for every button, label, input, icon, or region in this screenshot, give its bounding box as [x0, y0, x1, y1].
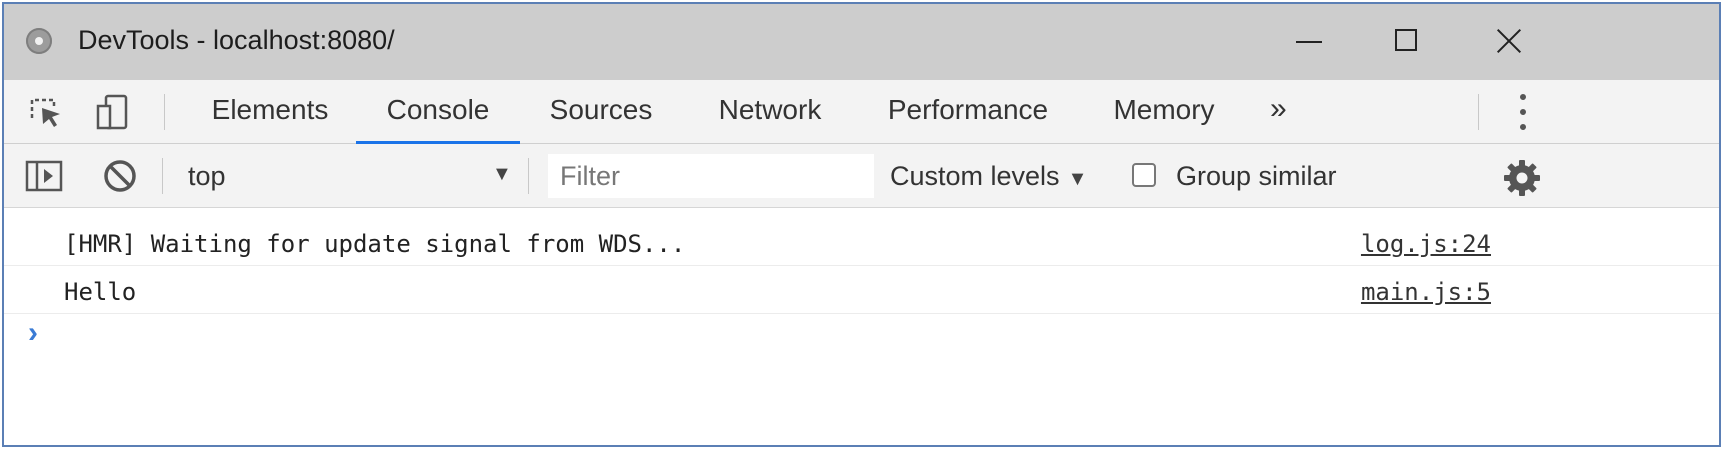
inspect-element-icon[interactable]	[26, 92, 66, 132]
maximize-icon	[1395, 29, 1417, 51]
toolbar-divider	[164, 94, 165, 130]
clear-console-icon[interactable]	[100, 156, 140, 196]
minimize-icon	[1296, 41, 1322, 43]
console-message-text: [HMR] Waiting for update signal from WDS…	[64, 230, 686, 258]
tab-elements[interactable]: Elements	[190, 80, 350, 143]
sidebar-toggle-icon[interactable]	[24, 156, 64, 196]
tab-network[interactable]: Network	[692, 80, 848, 143]
tab-memory[interactable]: Memory	[1088, 80, 1240, 143]
app-icon	[26, 28, 52, 54]
filter-input[interactable]	[548, 154, 874, 198]
console-message-row: Hello main.js:5	[4, 266, 1719, 314]
console-message-text: Hello	[64, 278, 137, 306]
more-options-icon[interactable]	[1508, 92, 1538, 132]
tab-sources[interactable]: Sources	[528, 80, 674, 143]
group-similar-checkbox[interactable]	[1132, 163, 1156, 187]
settings-gear-icon[interactable]	[1502, 158, 1542, 198]
console-prompt-icon[interactable]: ›	[28, 316, 38, 350]
log-levels-dropdown[interactable]: Custom levels ▼	[890, 161, 1087, 192]
toolbar-divider	[162, 158, 163, 194]
device-toolbar-icon[interactable]	[92, 92, 132, 132]
toolbar-divider	[528, 158, 529, 194]
more-tabs-button[interactable]: »	[1270, 92, 1287, 126]
execution-context-label: top	[188, 161, 226, 191]
execution-context-select[interactable]: top ▼	[174, 144, 526, 207]
source-link[interactable]: main.js:5	[1361, 278, 1491, 306]
title-bar: DevTools - localhost:8080/	[4, 4, 1719, 80]
group-similar-label: Group similar	[1176, 161, 1337, 191]
tab-performance[interactable]: Performance	[866, 80, 1070, 143]
console-toolbar: top ▼ Custom levels ▼ Group similar	[4, 144, 1719, 208]
maximize-button[interactable]	[1358, 4, 1458, 80]
log-levels-label: Custom levels	[890, 161, 1060, 191]
close-icon	[1496, 28, 1522, 54]
tab-console[interactable]: Console	[356, 80, 520, 144]
source-link[interactable]: log.js:24	[1361, 230, 1491, 258]
console-message-row: [HMR] Waiting for update signal from WDS…	[4, 218, 1719, 266]
devtools-window: DevTools - localhost:8080/ Elements Cons…	[2, 2, 1721, 447]
panel-tab-bar: Elements Console Sources Network Perform…	[4, 80, 1719, 144]
window-title: DevTools - localhost:8080/	[78, 25, 395, 55]
dropdown-arrow-icon: ▼	[1067, 168, 1088, 190]
minimize-button[interactable]	[1260, 4, 1360, 80]
toolbar-divider	[1478, 94, 1479, 130]
console-output: [HMR] Waiting for update signal from WDS…	[4, 208, 1719, 445]
dropdown-arrow-icon: ▼	[492, 163, 512, 185]
close-button[interactable]	[1460, 4, 1560, 80]
